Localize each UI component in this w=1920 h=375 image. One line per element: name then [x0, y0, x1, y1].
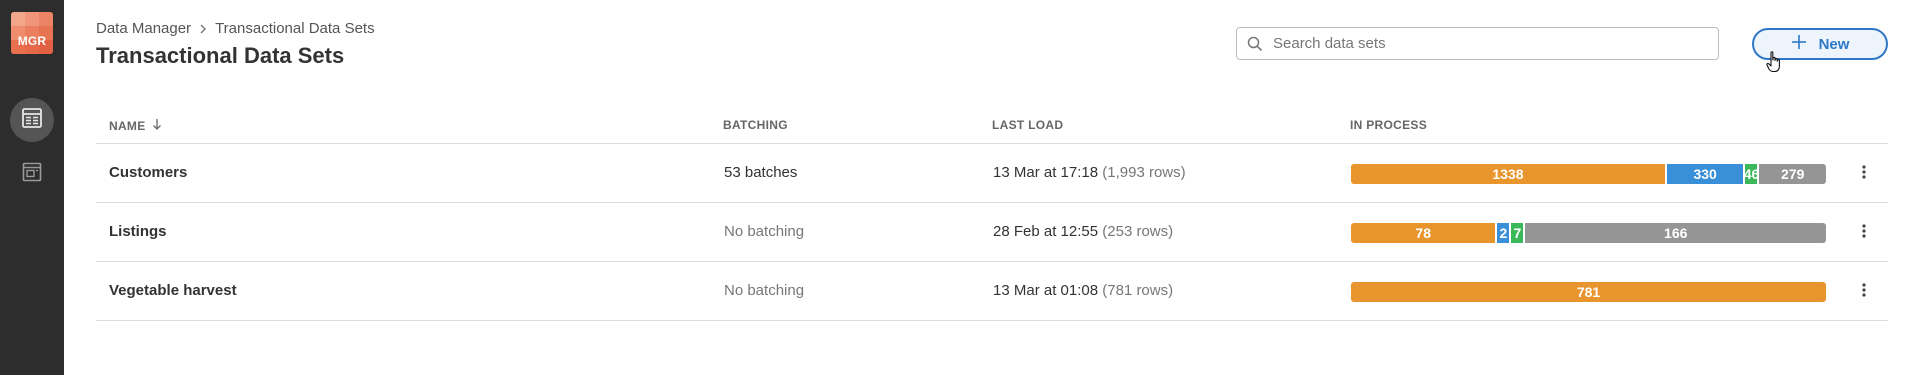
data-set-name[interactable]: Vegetable harvest	[109, 282, 237, 299]
data-set-name[interactable]: Listings	[109, 223, 167, 240]
last-load-value: 28 Feb at 12:55 (253 rows)	[993, 223, 1173, 240]
process-segment: 7	[1511, 223, 1526, 243]
data-table-icon	[21, 107, 43, 134]
column-header-name[interactable]: NAME	[109, 118, 162, 133]
last-load-rows: (253 rows)	[1102, 223, 1174, 240]
last-load-value: 13 Mar at 01:08 (781 rows)	[993, 282, 1173, 299]
table-row[interactable]: Listings No batching 28 Feb at 12:55 (25…	[96, 203, 1888, 262]
last-load-time: 13 Mar at 17:18	[993, 164, 1099, 181]
batching-value: No batching	[724, 282, 805, 299]
process-segment: 78	[1351, 223, 1498, 243]
last-load-time: 28 Feb at 12:55	[993, 223, 1099, 240]
table-row[interactable]: Vegetable harvest No batching 13 Mar at …	[96, 262, 1888, 321]
process-segment: 279	[1759, 164, 1826, 184]
process-segment: 166	[1525, 223, 1826, 243]
last-load-value: 13 Mar at 17:18 (1,993 rows)	[993, 164, 1186, 181]
last-load-time: 13 Mar at 01:08	[993, 282, 1099, 299]
process-segment: 1338	[1351, 164, 1667, 184]
batching-value: No batching	[724, 223, 805, 240]
table-row[interactable]: Customers 53 batches 13 Mar at 17:18 (1,…	[96, 144, 1888, 203]
process-segment: 46	[1743, 164, 1760, 184]
column-header-in-process: IN PROCESS	[1350, 118, 1428, 132]
column-header-last-load: LAST LOAD	[992, 118, 1064, 132]
page-title: Transactional Data Sets	[96, 43, 345, 68]
sort-descending-icon	[152, 118, 162, 133]
app-logo[interactable]: MGR	[11, 12, 53, 54]
document-panel-icon	[21, 161, 43, 188]
new-button-label: New	[1818, 35, 1850, 53]
row-menu-button[interactable]	[1854, 162, 1874, 186]
search-input[interactable]	[1273, 35, 1718, 52]
search-box[interactable]	[1236, 27, 1719, 60]
breadcrumb: Data Manager Transactional Data Sets	[96, 20, 375, 37]
data-sets-table: NAME BATCHING LAST LOAD IN PROCESS Custo…	[96, 106, 1888, 321]
in-process-bar: 78 2 7 166	[1351, 223, 1826, 243]
breadcrumb-current: Transactional Data Sets	[215, 20, 375, 37]
sidebar-item-documents[interactable]	[10, 152, 54, 196]
row-menu-button[interactable]	[1854, 221, 1874, 245]
process-segment: 2	[1497, 223, 1512, 243]
sidebar-item-data-sets[interactable]	[10, 98, 54, 142]
logo-text: MGR	[17, 34, 47, 48]
more-vertical-icon	[1862, 164, 1866, 184]
sidebar: MGR	[0, 0, 64, 375]
chevron-right-icon	[199, 21, 207, 37]
hand-pointer-icon	[1766, 51, 1782, 78]
column-header-batching: BATCHING	[723, 118, 788, 132]
column-name-label: NAME	[109, 118, 146, 133]
plus-icon	[1791, 34, 1807, 54]
last-load-rows: (1,993 rows)	[1102, 164, 1186, 181]
data-set-name[interactable]: Customers	[109, 164, 187, 181]
table-header: NAME BATCHING LAST LOAD IN PROCESS	[96, 106, 1888, 144]
more-vertical-icon	[1862, 282, 1866, 302]
batching-value: 53 batches	[724, 164, 798, 181]
in-process-bar: 1338 330 46 279	[1351, 164, 1826, 184]
in-process-bar: 781	[1351, 282, 1826, 302]
more-vertical-icon	[1862, 223, 1866, 243]
row-menu-button[interactable]	[1854, 280, 1874, 304]
breadcrumb-data-manager[interactable]: Data Manager	[96, 20, 191, 37]
search-icon	[1237, 36, 1273, 52]
last-load-rows: (781 rows)	[1102, 282, 1174, 299]
process-segment: 330	[1666, 164, 1746, 184]
process-segment: 781	[1351, 282, 1826, 302]
